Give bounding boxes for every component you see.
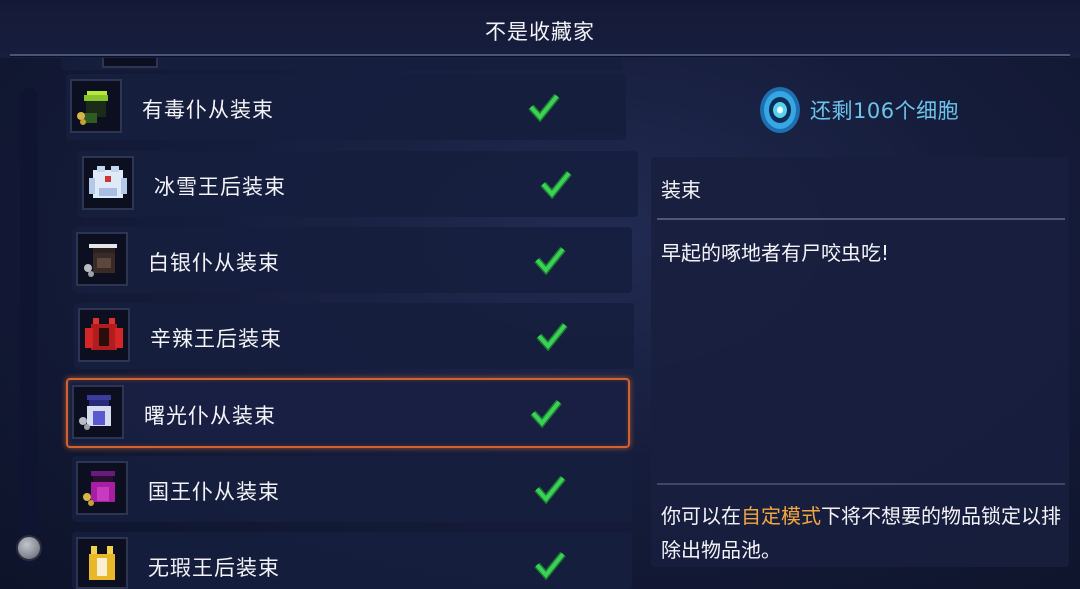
- cells-remaining-text: 还剩106个细胞: [810, 99, 960, 123]
- page-title: 不是收藏家: [485, 20, 595, 44]
- list-item[interactable]: 有毒仆从装束: [66, 74, 626, 140]
- list-item-label: 曙光仆从装束: [144, 404, 276, 428]
- ice-queen-outfit-icon: [82, 156, 134, 210]
- detail-panel: 装束 早起的啄地者有尸咬虫吃! 你可以在自定模式下将不想要的物品锁定以排除出物品…: [651, 157, 1069, 567]
- list-item[interactable]: 国王仆从装束: [72, 456, 632, 522]
- checkmark-icon: [534, 246, 566, 275]
- list-item[interactable]: 冰雪王后装束: [78, 151, 638, 217]
- scrollbar-knob[interactable]: [16, 535, 42, 561]
- list-item[interactable]: 无瑕王后装束: [72, 532, 632, 589]
- king-servant-outfit-icon: [76, 461, 128, 515]
- item-description: 早起的啄地者有尸咬虫吃!: [661, 241, 890, 265]
- list-item[interactable]: 辛辣王后装束: [74, 303, 634, 369]
- spicy-queen-outfit-icon: [78, 308, 130, 362]
- item-category: 装束: [661, 178, 701, 202]
- list-item-label: 白银仆从装束: [148, 251, 280, 275]
- custom-mode-link[interactable]: 自定模式: [741, 504, 821, 528]
- list-item-selected[interactable]: 曙光仆从装束: [66, 378, 630, 448]
- flawless-queen-outfit-icon: [76, 537, 128, 589]
- checkmark-icon: [534, 475, 566, 504]
- dawn-servant-outfit-icon: [72, 385, 124, 439]
- cells-counter: 还剩106个细胞: [758, 84, 959, 136]
- list-item-label: 冰雪王后装束: [154, 175, 286, 199]
- title-divider: [10, 54, 1070, 57]
- scrollbar-track[interactable]: [20, 88, 38, 568]
- list-item-partial: [62, 58, 622, 70]
- detail-divider: [657, 218, 1065, 220]
- checkmark-icon: [536, 322, 568, 351]
- checkmark-icon: [540, 170, 572, 199]
- list-item-label: 国王仆从装束: [148, 480, 280, 504]
- checkmark-icon: [530, 399, 562, 428]
- item-lock-hint: 你可以在自定模式下将不想要的物品锁定以排除出物品池。: [661, 499, 1061, 567]
- cell-icon: [760, 87, 800, 133]
- hint-prefix: 你可以在: [661, 504, 741, 528]
- list-item-label: 有毒仆从装束: [142, 98, 274, 122]
- list-item-label: 无瑕王后装束: [148, 556, 280, 580]
- silver-servant-outfit-icon: [76, 232, 128, 286]
- detail-divider-bottom: [657, 483, 1065, 485]
- toxic-servant-outfit-icon: [70, 79, 122, 133]
- checkmark-icon: [528, 93, 560, 122]
- list-item[interactable]: 白银仆从装束: [72, 227, 632, 293]
- list-item-label: 辛辣王后装束: [150, 327, 282, 351]
- checkmark-icon: [534, 551, 566, 580]
